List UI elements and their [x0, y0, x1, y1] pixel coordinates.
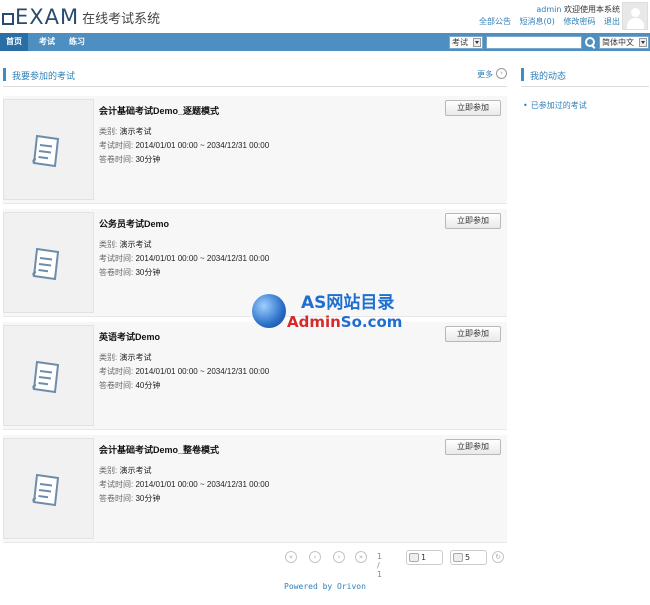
logo-subtitle: 在线考试系统: [82, 11, 161, 27]
exam-home-page: EXAM 在线考试系统 admin 欢迎使用本系统 全部公告 短消息(0) 修改…: [0, 0, 650, 605]
globe-icon: [252, 294, 286, 328]
exam-name[interactable]: 会计基础考试Demo_整卷模式: [99, 443, 219, 456]
exam-time: 考试时间: 2014/01/01 00:00 ~ 2034/12/31 00:0…: [99, 254, 270, 263]
sidebar-divider: [521, 86, 649, 87]
exam-duration: 答卷时间: 40分钟: [99, 381, 161, 390]
logout-link[interactable]: 退出: [604, 17, 620, 26]
page-number-input[interactable]: 1: [406, 550, 443, 565]
page-size-input[interactable]: 5: [450, 550, 487, 565]
watermark-logo: AS网站目录 AdminSo.com: [251, 272, 403, 332]
main-section-header: 我要参加的考试 更多 ›: [3, 68, 507, 82]
announcements-link[interactable]: 全部公告: [479, 17, 511, 26]
welcome-text: 欢迎使用本系统: [564, 5, 620, 14]
join-exam-button[interactable]: 立即参加: [445, 326, 501, 342]
exam-name[interactable]: 公务员考试Demo: [99, 217, 169, 230]
join-exam-button[interactable]: 立即参加: [445, 213, 501, 229]
exam-duration: 答卷时间: 30分钟: [99, 268, 161, 277]
change-password-link[interactable]: 修改密码: [563, 17, 595, 26]
exam-category: 类别: 演示考试: [99, 353, 152, 362]
list-icon: [453, 553, 463, 562]
exam-name[interactable]: 会计基础考试Demo_逐题模式: [99, 104, 219, 117]
logo-mark: EXAM: [2, 5, 79, 29]
exam-name[interactable]: 英语考试Demo: [99, 330, 160, 343]
page-icon: [409, 553, 419, 562]
search-scope-select[interactable]: 考试: [449, 36, 483, 49]
exam-thumbnail: [3, 212, 94, 313]
search-scope-value: 考试: [452, 38, 468, 47]
sidebar-header: 我的动态: [521, 68, 649, 82]
exam-category: 类别: 演示考试: [99, 127, 152, 136]
exam-time: 考试时间: 2014/01/01 00:00 ~ 2034/12/31 00:0…: [99, 141, 270, 150]
first-page-icon[interactable]: «: [285, 551, 297, 563]
exam-thumbnail: [3, 438, 94, 539]
document-icon: [32, 134, 60, 168]
exam-thumbnail: [3, 99, 94, 200]
arrow-right-icon[interactable]: ›: [496, 68, 507, 79]
username-link[interactable]: admin: [536, 5, 561, 14]
refresh-icon[interactable]: ↻: [492, 551, 504, 563]
language-select[interactable]: 简体中文: [599, 36, 649, 49]
nav-bar: 首页 考试 练习 考试 简体中文: [0, 33, 650, 51]
exam-card: 会计基础考试Demo_整卷模式 类别: 演示考试 考试时间: 2014/01/0…: [3, 435, 507, 543]
section-title: 我要参加的考试: [12, 72, 76, 82]
messages-link[interactable]: 短消息(0): [520, 17, 555, 26]
exam-category: 类别: 演示考试: [99, 466, 152, 475]
exam-duration: 答卷时间: 30分钟: [99, 155, 161, 164]
search-icon[interactable]: [585, 37, 596, 48]
join-exam-button[interactable]: 立即参加: [445, 100, 501, 116]
sidebar-title: 我的动态: [530, 72, 567, 82]
watermark-line2: AdminSo.com: [287, 313, 403, 331]
last-page-icon[interactable]: »: [355, 551, 367, 563]
watermark-line1: AS网站目录: [301, 293, 395, 313]
next-page-icon[interactable]: ›: [333, 551, 345, 563]
exam-thumbnail: [3, 325, 94, 426]
footer[interactable]: Powered by Orivon: [0, 582, 650, 591]
sidebar-item-taken-exams[interactable]: 已参加过的考试: [523, 100, 587, 111]
divider: [3, 86, 507, 87]
document-icon: [32, 473, 60, 507]
chevron-down-icon: [473, 38, 481, 47]
avatar[interactable]: [622, 2, 648, 30]
welcome-line: admin 欢迎使用本系统: [536, 4, 620, 15]
nav-home[interactable]: 首页: [0, 33, 28, 51]
page-indicator: 1 / 1: [377, 552, 383, 579]
exam-time: 考试时间: 2014/01/01 00:00 ~ 2034/12/31 00:0…: [99, 367, 270, 376]
join-exam-button[interactable]: 立即参加: [445, 439, 501, 455]
search-input[interactable]: [486, 36, 582, 49]
top-links: 全部公告 短消息(0) 修改密码 退出: [473, 16, 620, 27]
document-icon: [32, 247, 60, 281]
exam-time: 考试时间: 2014/01/01 00:00 ~ 2034/12/31 00:0…: [99, 480, 270, 489]
exam-duration: 答卷时间: 30分钟: [99, 494, 161, 503]
document-icon: [32, 360, 60, 394]
chevron-down-icon: [639, 38, 647, 47]
exam-category: 类别: 演示考试: [99, 240, 152, 249]
nav-exam[interactable]: 考试: [32, 33, 62, 51]
exam-card: 英语考试Demo 类别: 演示考试 考试时间: 2014/01/01 00:00…: [3, 322, 507, 430]
language-value: 简体中文: [602, 38, 634, 47]
section-marker: [521, 68, 524, 81]
section-marker: [3, 68, 6, 81]
exam-card: 会计基础考试Demo_逐题模式 类别: 演示考试 考试时间: 2014/01/0…: [3, 96, 507, 204]
more-link[interactable]: 更多: [477, 69, 493, 80]
header: EXAM 在线考试系统 admin 欢迎使用本系统 全部公告 短消息(0) 修改…: [0, 0, 650, 33]
prev-page-icon[interactable]: ‹: [309, 551, 321, 563]
nav-practice[interactable]: 练习: [62, 33, 92, 51]
logo[interactable]: EXAM 在线考试系统: [2, 5, 161, 29]
